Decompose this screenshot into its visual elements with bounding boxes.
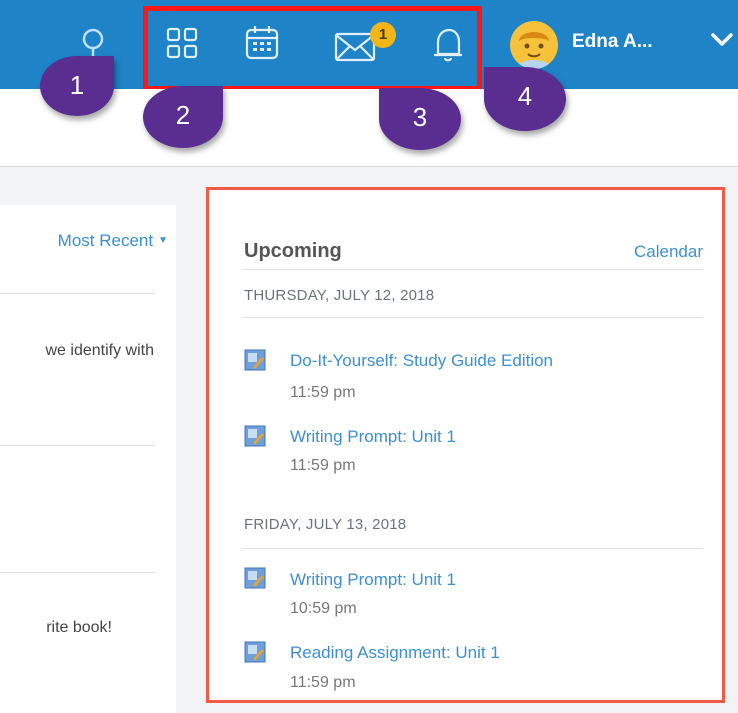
divider	[0, 445, 155, 446]
avatar[interactable]	[510, 21, 558, 69]
due-time: 11:59 pm	[290, 457, 356, 474]
assignment-icon	[244, 349, 266, 371]
search-icon[interactable]	[80, 26, 106, 60]
upcoming-panel: Upcoming Calendar THURSDAY, JULY 12, 201…	[206, 187, 725, 703]
assignment-icon	[244, 567, 266, 589]
sort-label: Most Recent	[57, 231, 154, 250]
due-time: 11:59 pm	[290, 384, 356, 401]
highlight-box	[143, 6, 482, 91]
due-time: 10:59 pm	[290, 600, 357, 617]
day-header: THURSDAY, JULY 12, 2018	[244, 287, 435, 304]
assignment-link[interactable]: Reading Assignment: Unit 1	[290, 643, 500, 663]
user-name[interactable]: Edna A...	[572, 31, 653, 53]
callout-marker-2: 2	[143, 86, 223, 148]
divider	[0, 572, 155, 573]
assignment-link[interactable]: Do-It-Yourself: Study Guide Edition	[290, 351, 553, 371]
assignment-link[interactable]: Writing Prompt: Unit 1	[290, 427, 456, 447]
due-time: 11:59 pm	[290, 674, 356, 691]
divider	[242, 269, 703, 270]
callout-marker-1: 1	[40, 56, 114, 116]
callout-number: 4	[517, 81, 533, 111]
callout-marker-4: 4	[484, 67, 566, 131]
divider	[242, 548, 703, 549]
feed-post-snippet: we identify with	[45, 342, 155, 359]
divider	[0, 293, 155, 294]
divider	[242, 317, 703, 318]
callout-number: 1	[69, 70, 85, 100]
callout-number: 3	[412, 102, 428, 132]
assignment-icon	[244, 425, 266, 447]
calendar-link[interactable]: Calendar	[634, 242, 703, 262]
callout-marker-3: 3	[379, 88, 461, 150]
day-header: FRIDAY, JULY 13, 2018	[244, 516, 407, 533]
chevron-down-icon[interactable]	[710, 32, 734, 53]
callout-number: 2	[175, 100, 191, 130]
assignment-icon	[244, 641, 266, 663]
assignment-link[interactable]: Writing Prompt: Unit 1	[290, 570, 456, 590]
feed-post-snippet: rite book!	[46, 619, 112, 636]
caret-down-icon: ▼	[158, 235, 168, 246]
sort-dropdown[interactable]: Most Recent ▼	[58, 231, 168, 251]
activity-feed: Most Recent ▼ we identify with rite book!	[0, 205, 176, 713]
upcoming-title: Upcoming	[244, 240, 342, 262]
